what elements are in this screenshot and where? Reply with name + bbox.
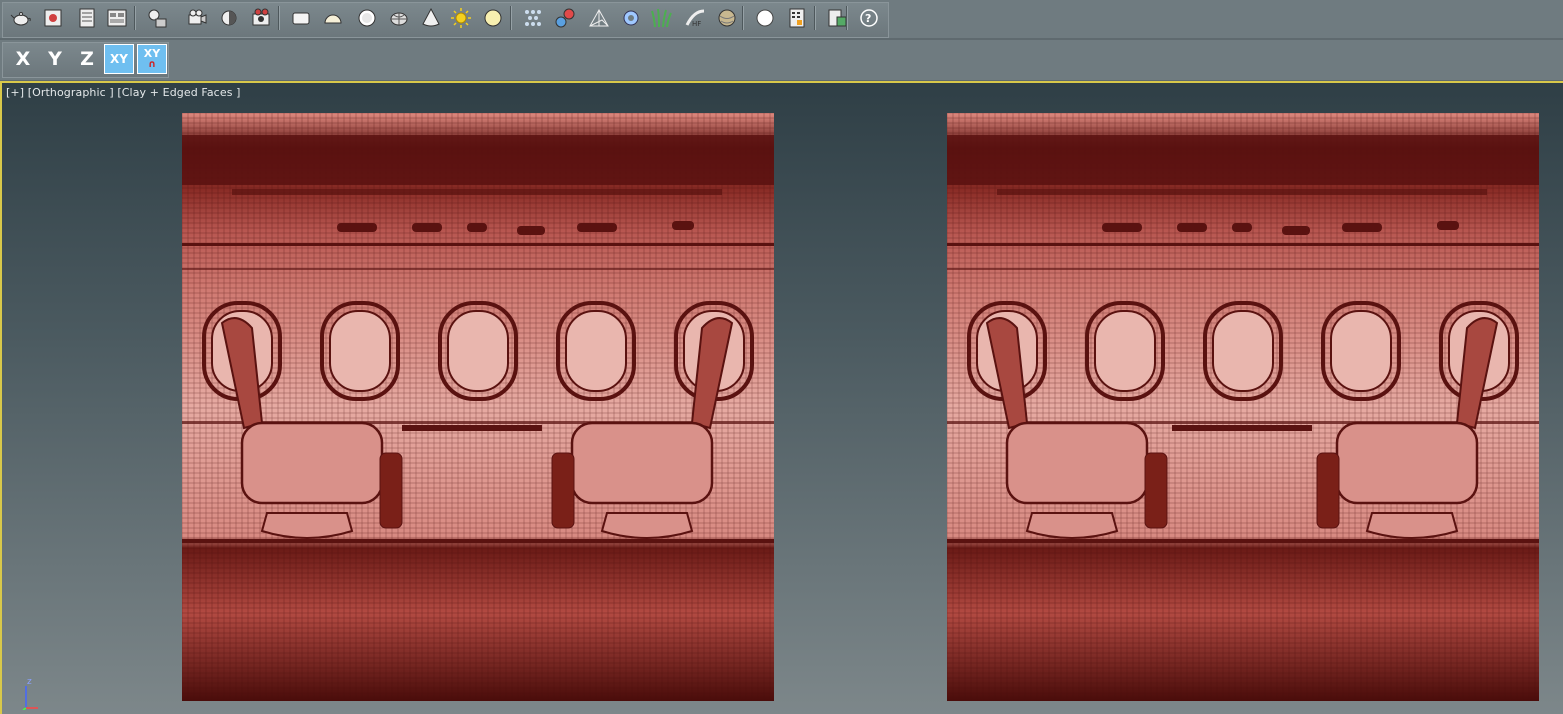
sky-light-icon (484, 9, 502, 27)
cone-shape-button[interactable] (420, 7, 442, 29)
render-setup-button[interactable] (76, 7, 98, 29)
grass-icon (651, 8, 672, 28)
axis-x-button[interactable]: X (8, 44, 38, 74)
sun-icon (451, 8, 471, 28)
axis-y-button[interactable]: Y (40, 44, 70, 74)
calculator-icon (789, 8, 805, 28)
light-button[interactable] (218, 7, 240, 29)
pyramid-wire-icon (589, 8, 609, 27)
white-sphere-button[interactable] (754, 7, 776, 29)
render-setup-icon (79, 8, 95, 28)
gear-button[interactable] (620, 7, 642, 29)
box-shape-button[interactable] (290, 7, 312, 29)
molecule-icon (555, 8, 575, 28)
light-icon (221, 10, 237, 26)
particle-grid-icon (525, 10, 541, 26)
magnet-icon: ∩ (147, 59, 157, 70)
sun-button[interactable] (450, 7, 472, 29)
viewport-orthographic[interactable]: [+] [Orthographic ] [Clay + Edged Faces … (0, 81, 1563, 714)
gear-icon (623, 10, 639, 26)
cabin-wall-model-left (182, 113, 774, 701)
viewport-label[interactable]: [+] [Orthographic ] [Clay + Edged Faces … (6, 86, 241, 99)
hair-brush-button[interactable]: HF (684, 7, 706, 29)
help-icon: ? (860, 9, 878, 27)
hair-brush-icon: HF (685, 9, 705, 28)
render-production-button[interactable] (250, 7, 272, 29)
sky-light-button[interactable] (482, 7, 504, 29)
svg-text:?: ? (865, 12, 871, 25)
main-toolbar: HF? (0, 0, 1563, 38)
teapot-wire-icon (390, 12, 408, 26)
toolbar-separator (134, 6, 136, 30)
svg-text:HF: HF (692, 20, 701, 28)
teapot-button[interactable] (10, 7, 32, 29)
camera-button[interactable] (186, 7, 208, 29)
grass-button[interactable] (650, 7, 672, 29)
calculator-button[interactable] (786, 7, 808, 29)
toolbar-separator (278, 6, 280, 30)
camera-icon (188, 9, 207, 25)
axis-xy-ortho-label: XY (143, 47, 161, 60)
particle-grid-button[interactable] (522, 7, 544, 29)
render-frame-button[interactable] (42, 7, 64, 29)
dome-shape-icon (324, 14, 342, 24)
render-production-icon (252, 8, 270, 26)
axis-constraints-toolbar: X Y Z XY XY ∩ (0, 40, 1563, 80)
material-editor-button[interactable] (146, 7, 168, 29)
molecule-button[interactable] (554, 7, 576, 29)
box-shape-icon (292, 12, 310, 25)
white-sphere-icon (756, 9, 774, 27)
cone-shape-icon (422, 7, 440, 27)
texture-ball-button[interactable] (716, 7, 738, 29)
axis-z-button[interactable]: Z (72, 44, 102, 74)
toolbar-separator (814, 6, 816, 30)
dome-shape-button[interactable] (322, 7, 344, 29)
axis-xy-ortho-button[interactable]: XY ∩ (137, 44, 167, 74)
document-export-button[interactable] (826, 7, 848, 29)
axis-z-label: z (27, 677, 32, 687)
sphere-shape-icon (358, 9, 376, 27)
axis-xy-button[interactable]: XY (104, 44, 134, 74)
help-button[interactable]: ? (858, 7, 880, 29)
document-export-icon (828, 9, 847, 27)
texture-ball-icon (718, 9, 736, 27)
render-frame-icon (44, 9, 62, 27)
rendered-frame-window-button[interactable] (106, 7, 128, 29)
toolbar-separator (846, 6, 848, 30)
toolbar-separator (510, 6, 512, 30)
sphere-shape-button[interactable] (356, 7, 378, 29)
axis-gizmo-icon: z (22, 677, 38, 710)
toolbar-separator (742, 6, 744, 30)
pyramid-wire-button[interactable] (588, 7, 610, 29)
material-editor-icon (148, 9, 167, 28)
teapot-icon (10, 12, 31, 26)
teapot-wire-button[interactable] (388, 7, 410, 29)
cabin-wall-model-right (947, 113, 1539, 701)
rendered-frame-window-icon (107, 9, 127, 27)
